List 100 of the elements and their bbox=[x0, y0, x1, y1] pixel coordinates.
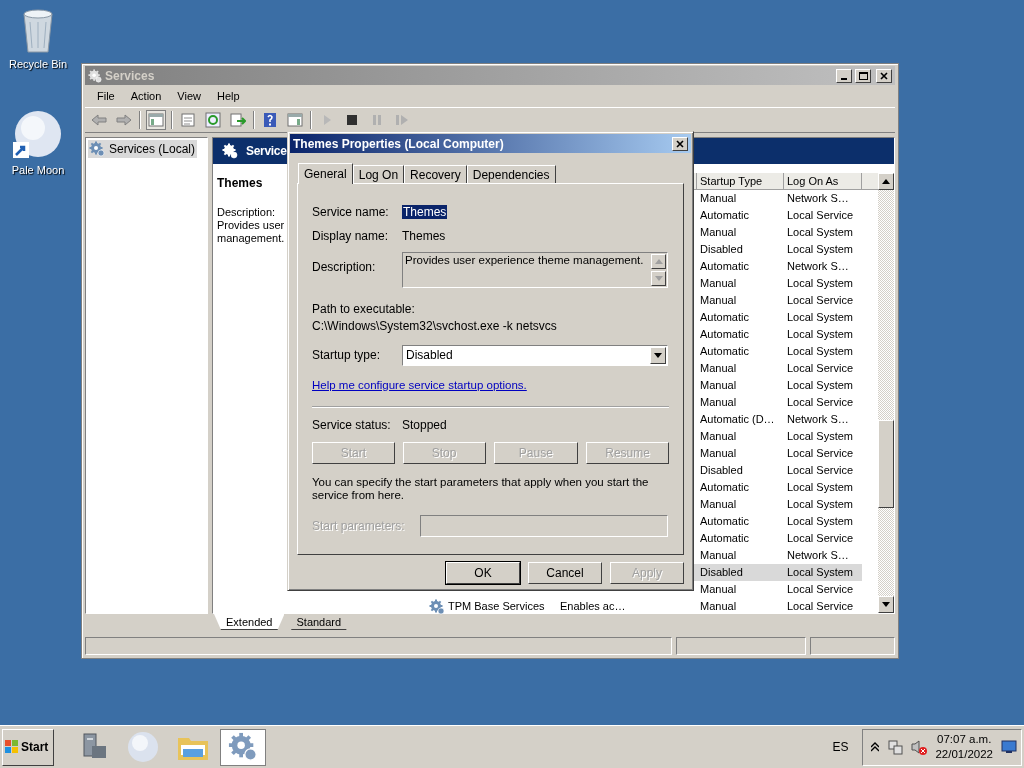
help-link[interactable]: Help me configure service startup options. bbox=[312, 379, 527, 391]
panes-icon bbox=[148, 112, 164, 128]
table-cell-text: Local System bbox=[786, 225, 855, 240]
forward-arrow-icon bbox=[116, 112, 132, 128]
globe-icon bbox=[13, 110, 63, 160]
close-button[interactable] bbox=[876, 68, 892, 83]
desktop-icon-label[interactable]: Recycle Bin bbox=[8, 58, 68, 70]
maximize-button[interactable] bbox=[855, 68, 871, 83]
windows-flag-icon bbox=[5, 740, 19, 754]
close-button[interactable] bbox=[672, 136, 688, 151]
table-cell-text: Manual bbox=[699, 429, 738, 444]
language-indicator[interactable]: ES bbox=[832, 740, 859, 754]
stop-icon bbox=[344, 112, 360, 128]
export-button[interactable] bbox=[228, 110, 248, 130]
column-header[interactable]: Startup Type bbox=[697, 173, 784, 189]
down-arrow-icon bbox=[654, 276, 663, 281]
table-cell-text: Local Service bbox=[786, 582, 855, 597]
field-label: Display name: bbox=[312, 229, 390, 243]
up-arrow-icon bbox=[882, 179, 890, 184]
description-text: management. bbox=[217, 232, 285, 245]
table-cell-text: Local System bbox=[786, 310, 855, 325]
maximize-icon bbox=[858, 71, 868, 80]
properties-button[interactable] bbox=[178, 110, 198, 130]
tab[interactable]: Dependencies bbox=[466, 165, 556, 183]
table-cell-text: Automatic bbox=[699, 310, 750, 325]
menu-item[interactable]: Help bbox=[208, 90, 248, 102]
menu-item[interactable]: File bbox=[89, 90, 123, 102]
table-cell-text: Enables ac… bbox=[559, 599, 627, 614]
clock-time[interactable]: 07:07 a.m. bbox=[937, 732, 992, 747]
service-name: Themes bbox=[217, 176, 263, 190]
dialog-button[interactable]: Cancel bbox=[528, 562, 602, 584]
table-cell-text: Manual bbox=[699, 548, 738, 563]
gear-icon bbox=[88, 68, 102, 83]
export-list-icon bbox=[230, 112, 246, 128]
field-value: Themes bbox=[402, 205, 448, 219]
action-pane-button[interactable] bbox=[285, 110, 305, 130]
restart-icon bbox=[394, 112, 410, 128]
minimize-icon bbox=[841, 77, 847, 80]
table-cell-text: Manual bbox=[699, 446, 738, 461]
description-text: Provides user bbox=[217, 219, 285, 232]
table-cell-text: Local System bbox=[786, 429, 855, 444]
table-cell-text: Local Service bbox=[786, 599, 855, 614]
table-cell-text: Manual bbox=[699, 582, 738, 597]
table-cell-text: Automatic bbox=[699, 259, 750, 274]
tab[interactable]: General bbox=[298, 163, 353, 184]
dialog-button[interactable]: OK bbox=[446, 562, 520, 584]
table-cell-text: Network S… bbox=[786, 259, 850, 274]
field-value: Themes bbox=[402, 229, 446, 243]
desktop-icon-label[interactable]: Pale Moon bbox=[11, 164, 65, 176]
refresh-button[interactable] bbox=[203, 110, 223, 130]
scroll-thumb[interactable] bbox=[878, 420, 894, 508]
path-text: C:\Windows\System32\svchost.exe -k netsvcs bbox=[312, 319, 558, 333]
table-cell-text: Local System bbox=[786, 327, 855, 342]
back-arrow-icon bbox=[91, 112, 107, 128]
table-cell-text: Automatic bbox=[699, 208, 750, 223]
field-label: Startup type: bbox=[312, 348, 382, 362]
table-cell-text: Local Service bbox=[786, 361, 855, 376]
scrollbar[interactable] bbox=[878, 173, 894, 613]
clock-date[interactable]: 22/01/2022 bbox=[935, 747, 993, 762]
table-cell-text: Network S… bbox=[786, 412, 850, 427]
description-text: Provides user experience theme management. bbox=[404, 253, 645, 268]
table-cell-text: Local Service bbox=[786, 531, 855, 546]
startup-type-dropdown[interactable]: Disabled bbox=[402, 344, 668, 366]
field-label: Service status: bbox=[312, 418, 392, 432]
table-cell-text: Local Service bbox=[786, 395, 855, 410]
table-cell-text: Automatic bbox=[699, 344, 750, 359]
table-cell-text: Local System bbox=[786, 378, 855, 393]
table-cell-text: Local System bbox=[786, 344, 855, 359]
refresh-icon bbox=[205, 112, 221, 128]
column-header[interactable]: Log On As bbox=[784, 173, 862, 189]
table-cell-text: Manual bbox=[699, 276, 738, 291]
dropdown-arrow-icon bbox=[654, 352, 662, 358]
field-label: Description: bbox=[312, 259, 377, 274]
tree-toggle-button[interactable] bbox=[146, 110, 166, 130]
description-box[interactable]: Provides user experience theme management. bbox=[402, 252, 668, 288]
tree-item-label: Services (Local) bbox=[109, 142, 196, 156]
tree-item[interactable]: Services (Local) bbox=[88, 140, 198, 158]
menu-item[interactable]: Action bbox=[122, 90, 170, 102]
minimize-button[interactable] bbox=[836, 68, 852, 83]
chevron-up-icon bbox=[871, 742, 880, 752]
tab[interactable]: Recovery bbox=[404, 165, 467, 183]
table-cell-text: Local Service bbox=[786, 463, 855, 478]
table-cell-text: Local System bbox=[786, 514, 855, 529]
table-cell-text: TPM Base Services bbox=[448, 599, 545, 614]
table-cell-text: Manual bbox=[699, 191, 738, 206]
panes-icon bbox=[287, 112, 303, 128]
document-icon bbox=[180, 112, 196, 128]
taskbar-button[interactable] bbox=[220, 728, 266, 766]
close-icon bbox=[880, 71, 888, 80]
table-cell-text: Local Service bbox=[786, 446, 855, 461]
start-button[interactable]: Start bbox=[2, 728, 54, 766]
tab[interactable]: Log On bbox=[352, 165, 405, 183]
table-cell-text: Manual bbox=[699, 378, 738, 393]
view-tab[interactable]: Extended bbox=[214, 614, 285, 630]
network-icon bbox=[887, 739, 904, 755]
menu-item[interactable]: View bbox=[169, 90, 209, 102]
table-cell-text: Automatic bbox=[699, 531, 750, 546]
field-value: Stopped bbox=[402, 418, 447, 432]
gear-icon bbox=[222, 143, 238, 159]
help-icon bbox=[262, 112, 278, 128]
